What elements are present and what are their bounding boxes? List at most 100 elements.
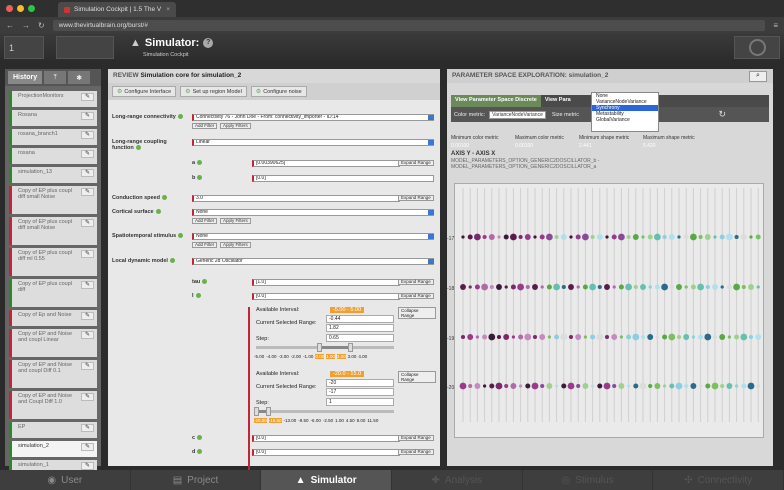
pse-point[interactable] [712,284,718,290]
pse-point[interactable] [597,284,602,290]
history-item[interactable]: rosana_branch1 ✎ [9,129,97,145]
expand-range-button[interactable]: Expand Range [398,279,434,285]
param-select[interactable]: Linear [192,139,434,146]
pse-point[interactable] [662,334,668,340]
edit-icon[interactable]: ✎ [81,169,94,177]
collapse-range-button[interactable]: Collapse Range [398,371,436,383]
range-low-input[interactable]: -20 [326,379,394,387]
pse-point[interactable] [596,333,604,341]
pse-point[interactable] [684,285,688,289]
range-slider-handle[interactable] [254,407,259,416]
edit-icon[interactable]: ✎ [81,393,94,401]
pse-point[interactable] [612,285,616,289]
pse-point[interactable] [519,384,523,388]
pse-point[interactable] [734,334,740,340]
pse-point[interactable] [567,382,575,390]
pse-point[interactable] [533,235,537,239]
pse-point[interactable] [596,234,603,240]
help-icon[interactable] [135,145,141,151]
tab-pse-continuous[interactable]: View Para [541,95,575,107]
pse-point[interactable] [532,334,538,340]
pse-point[interactable] [575,334,582,340]
history-item[interactable]: simulation_13 ✎ [9,167,97,183]
pse-point[interactable] [626,234,631,240]
pse-point[interactable] [668,333,676,341]
pse-point[interactable] [669,383,675,389]
history-item[interactable]: rosana ✎ [9,148,97,164]
help-icon[interactable] [169,258,175,264]
pse-point[interactable] [547,335,551,339]
pse-point[interactable] [497,235,501,239]
pse-point[interactable] [560,234,567,240]
pse-point[interactable] [720,285,724,289]
pse-point[interactable] [654,284,660,290]
pse-point[interactable] [504,383,509,389]
pse-point[interactable] [712,334,718,340]
pse-point[interactable] [488,333,496,341]
pse-point[interactable] [648,285,652,289]
pse-point[interactable] [569,235,573,239]
forward-icon[interactable]: → [22,21,30,30]
expand-range-button[interactable]: Expand Range [398,160,434,166]
pse-point[interactable] [517,283,524,291]
range-high-input[interactable]: -17 [326,388,394,396]
param-input[interactable]: [0.00390625] [252,160,400,167]
pse-point[interactable] [711,382,719,390]
pse-point[interactable] [677,235,681,239]
address-input[interactable]: www.thevirtualbrain.org/burst/# [52,19,766,31]
range-low-input[interactable]: -0.44 [326,315,394,323]
apply-filters-button[interactable]: Apply Filters [220,218,251,224]
pse-point[interactable] [625,283,632,291]
pse-point[interactable] [561,284,566,290]
pse-point[interactable] [611,234,617,240]
pse-point[interactable] [496,284,502,290]
pse-point[interactable] [756,383,761,389]
pse-point[interactable] [511,335,515,339]
edit-icon[interactable]: ✎ [81,362,94,370]
pse-point[interactable] [741,284,746,290]
pse-point[interactable] [467,234,473,240]
pse-point[interactable] [740,234,747,240]
pse-point[interactable] [510,233,517,241]
pse-point[interactable] [748,334,754,340]
pse-point[interactable] [690,233,697,241]
help-icon[interactable] [202,279,208,285]
pse-point[interactable] [540,285,544,289]
history-item[interactable]: ProjectionMonitors ✎ [9,91,97,107]
pse-point[interactable] [668,234,675,240]
pse-point[interactable] [619,335,623,339]
pse-point[interactable] [518,234,523,240]
pse-point[interactable] [726,233,733,241]
pse-point[interactable] [618,284,624,290]
pse-point[interactable] [755,334,762,340]
pse-point[interactable] [720,383,725,389]
param-input[interactable]: [0.0] [252,293,400,300]
param-input[interactable]: [0.0] [252,175,434,182]
edit-icon[interactable]: ✎ [81,250,94,258]
pse-point[interactable] [654,233,661,241]
pse-point[interactable] [648,383,653,389]
pse-point[interactable] [661,283,668,291]
pse-point[interactable] [756,285,760,289]
history-item[interactable]: EP ✎ [9,422,97,438]
pse-point[interactable] [735,384,739,388]
pse-point[interactable] [489,383,495,389]
edit-icon[interactable]: ✎ [81,462,94,470]
pse-point[interactable] [460,284,466,290]
param-select[interactable]: Generic 2d Oscillator [192,258,434,265]
edit-icon[interactable]: ✎ [81,131,94,139]
pse-point[interactable] [676,284,682,290]
pse-point[interactable] [618,233,625,241]
pse-point[interactable] [612,383,617,389]
menu-icon[interactable]: ≡ [773,21,778,30]
pse-point[interactable] [582,383,589,389]
color-metric-select[interactable]: VarianceNodeVariance [489,110,546,119]
pse-point[interactable] [662,234,667,240]
pse-point[interactable] [540,383,545,389]
gear-icon[interactable]: ✱ [68,71,91,84]
nav-stimulus[interactable]: ◎ Stimulus [523,470,654,490]
pse-point[interactable] [603,382,611,390]
pse-point[interactable] [741,383,747,389]
pse-point[interactable] [582,284,588,290]
apply-filters-button[interactable]: Apply Filters [220,123,251,129]
